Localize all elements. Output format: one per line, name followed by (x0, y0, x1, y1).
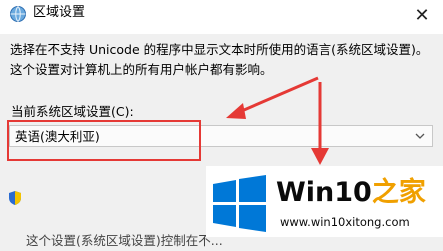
arrow-down (311, 82, 329, 165)
windows-logo-icon (213, 175, 266, 232)
watermark-brand-zhijia: 之家 (371, 177, 426, 208)
watermark-brand: Win10之家 (276, 178, 426, 208)
watermark: Win10之家 www.win10xitong.com (206, 166, 443, 237)
shield-icon (9, 191, 21, 205)
watermark-brand-win10: Win10 (276, 177, 372, 208)
arrow-to-dropdown (226, 76, 319, 119)
bottom-text: 这个设置(系统区域设置)控制在不... (26, 233, 223, 248)
watermark-url: www.win10xitong.com (280, 215, 410, 229)
